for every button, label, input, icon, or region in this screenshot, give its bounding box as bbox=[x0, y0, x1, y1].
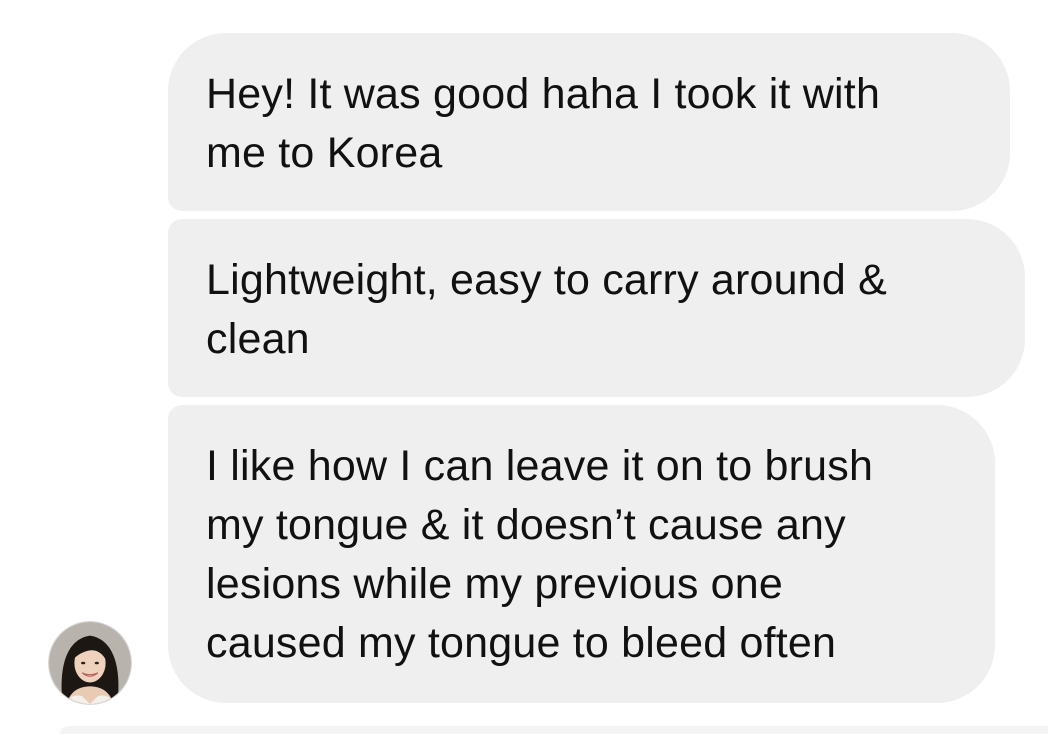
message-thread: Hey! It was good haha I took it with me … bbox=[0, 0, 1048, 734]
message-bubble[interactable]: Hey! It was good haha I took it with me … bbox=[168, 33, 1010, 211]
avatar-photo-icon bbox=[49, 622, 131, 704]
composer-edge bbox=[60, 726, 1048, 734]
message-bubble[interactable]: Lightweight, easy to carry around & clea… bbox=[168, 219, 1025, 397]
sender-avatar[interactable] bbox=[48, 621, 132, 705]
message-bubble[interactable]: I like how I can leave it on to brush my… bbox=[168, 405, 995, 703]
